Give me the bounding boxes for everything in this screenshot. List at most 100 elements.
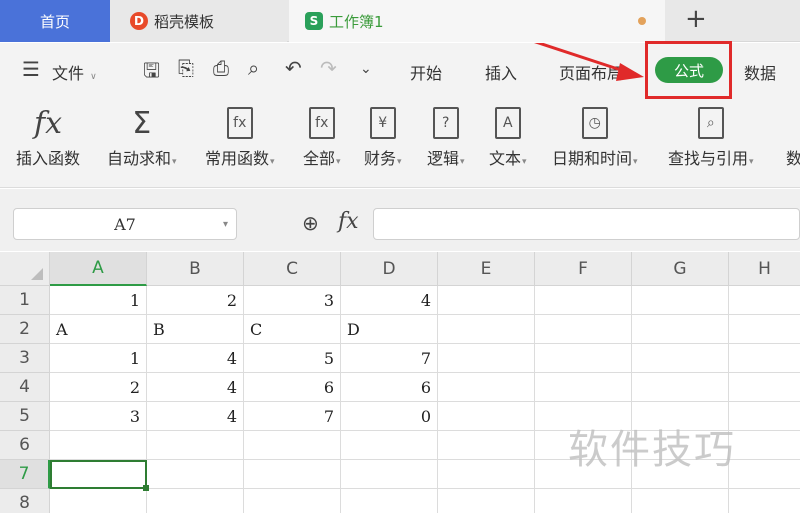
cell-e3[interactable] [438,344,535,373]
cell-h1[interactable] [729,286,800,315]
cell-f2[interactable] [535,315,632,344]
more-chevron-icon[interactable]: ⌄ [360,61,372,77]
cell-h8[interactable] [729,489,800,513]
column-header-a[interactable]: A [50,252,147,286]
cell-d1[interactable]: 4 [341,286,438,315]
cell-h3[interactable] [729,344,800,373]
cell-a4[interactable]: 2 [50,373,147,402]
column-header-g[interactable]: G [632,252,729,286]
cell-g2[interactable] [632,315,729,344]
column-header-d[interactable]: D [341,252,438,286]
cell-c6[interactable] [244,431,341,460]
cell-e8[interactable] [438,489,535,513]
cell-d2[interactable]: D [341,315,438,344]
cell-d8[interactable] [341,489,438,513]
row-header-5[interactable]: 5 [0,402,50,431]
autosum-button[interactable]: Σ 自动求和▾ [107,103,177,169]
cell-e2[interactable] [438,315,535,344]
menu-data[interactable]: 数据 [744,60,776,84]
menu-start[interactable]: 开始 [410,60,442,84]
cell-h2[interactable] [729,315,800,344]
finance-button[interactable]: ¥ 财务▾ [364,103,402,169]
cell-g1[interactable] [632,286,729,315]
row-header-2[interactable]: 2 [0,315,50,344]
cell-c7[interactable] [244,460,341,489]
undo-icon[interactable]: ↶ [285,56,302,80]
cell-d6[interactable] [341,431,438,460]
cell-a5[interactable]: 3 [50,402,147,431]
menu-page-layout[interactable]: 页面布局 [559,60,623,84]
cell-c8[interactable] [244,489,341,513]
cell-d3[interactable]: 7 [341,344,438,373]
print-icon[interactable]: ⎙ [213,56,229,80]
cell-a2[interactable]: A [50,315,147,344]
select-all-corner[interactable] [0,252,50,286]
name-box[interactable]: A7 ▾ [13,208,237,240]
cell-e1[interactable] [438,286,535,315]
file-menu[interactable]: 文件 ∨ [52,60,97,84]
cell-c1[interactable]: 3 [244,286,341,315]
math-button[interactable]: 数 [786,103,800,169]
row-header-6[interactable]: 6 [0,431,50,460]
fx-icon[interactable]: fx [338,209,359,234]
cell-e4[interactable] [438,373,535,402]
cell-b2[interactable]: B [147,315,244,344]
cell-b1[interactable]: 2 [147,286,244,315]
logic-button[interactable]: ? 逻辑▾ [427,103,465,169]
row-header-4[interactable]: 4 [0,373,50,402]
cell-e6[interactable] [438,431,535,460]
common-functions-button[interactable]: fx 常用函数▾ [205,103,275,169]
cell-a6[interactable] [50,431,147,460]
cell-f3[interactable] [535,344,632,373]
print-preview-icon[interactable]: ⌕ [248,56,259,80]
cell-g8[interactable] [632,489,729,513]
column-header-c[interactable]: C [244,252,341,286]
date-time-button[interactable]: ◷ 日期和时间▾ [552,103,638,169]
cell-b8[interactable] [147,489,244,513]
cell-h7[interactable] [729,460,800,489]
cell-f1[interactable] [535,286,632,315]
cell-c5[interactable]: 7 [244,402,341,431]
cell-f4[interactable] [535,373,632,402]
cell-a3[interactable]: 1 [50,344,147,373]
cell-g4[interactable] [632,373,729,402]
cell-h4[interactable] [729,373,800,402]
row-header-8[interactable]: 8 [0,489,50,513]
cell-b7[interactable] [147,460,244,489]
cell-a1[interactable]: 1 [50,286,147,315]
new-tab-button[interactable]: + [685,4,707,34]
column-header-e[interactable]: E [438,252,535,286]
cell-b5[interactable]: 4 [147,402,244,431]
cell-b3[interactable]: 4 [147,344,244,373]
cell-d5[interactable]: 0 [341,402,438,431]
formula-input[interactable] [373,208,800,240]
redo-icon[interactable]: ↷ [320,56,337,80]
cell-f8[interactable] [535,489,632,513]
cell-e7[interactable] [438,460,535,489]
cell-c2[interactable]: C [244,315,341,344]
column-header-b[interactable]: B [147,252,244,286]
cell-a7[interactable] [50,460,147,489]
tab-workbook[interactable]: S 工作簿1 [289,0,665,42]
column-header-f[interactable]: F [535,252,632,286]
export-icon[interactable]: ⎘ [178,56,194,80]
lookup-reference-button[interactable]: ⌕ 查找与引用▾ [668,103,754,169]
fill-handle[interactable] [143,485,149,491]
row-header-1[interactable]: 1 [0,286,50,315]
cell-e5[interactable] [438,402,535,431]
save-icon[interactable]: 🖫 [143,56,160,90]
cell-b4[interactable]: 4 [147,373,244,402]
cell-h5[interactable] [729,402,800,431]
text-button[interactable]: A 文本▾ [489,103,527,169]
column-header-h[interactable]: H [729,252,800,286]
hamburger-menu-icon[interactable]: ☰ [22,57,40,81]
zoom-search-icon[interactable]: ⊕ [302,211,319,235]
menu-insert[interactable]: 插入 [485,60,517,84]
tab-daoke-templates[interactable]: D 稻壳模板 [110,0,287,42]
cell-c4[interactable]: 6 [244,373,341,402]
cell-c3[interactable]: 5 [244,344,341,373]
row-header-3[interactable]: 3 [0,344,50,373]
cell-d7[interactable] [341,460,438,489]
cell-d4[interactable]: 6 [341,373,438,402]
tab-home[interactable]: 首页 [0,0,110,42]
